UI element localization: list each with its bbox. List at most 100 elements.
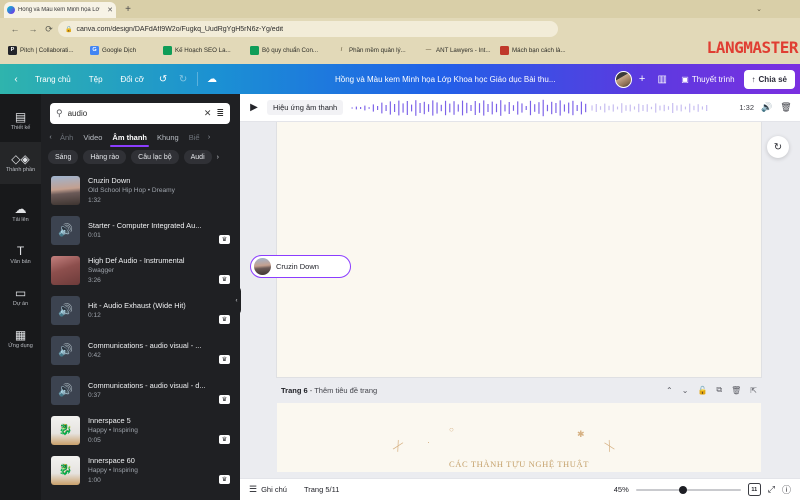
undo-icon[interactable]: ↺ [153, 69, 173, 89]
list-item[interactable]: 🔊 Communications - audio visual - d... 0… [41, 370, 240, 410]
track-thumbnail [51, 175, 80, 205]
track-title: Hit - Audio Exhaust (Wide Hit) [88, 300, 186, 310]
present-button[interactable]: ▣ Thuyết trình [675, 70, 740, 89]
tab-am-thanh[interactable]: Âm thanh [107, 128, 152, 147]
audio-track-chip[interactable]: Cruzin Down [250, 255, 351, 278]
chevron-up-icon[interactable]: ⌃ [666, 386, 673, 395]
bookmark-item[interactable]: G Google Dịch [90, 44, 136, 56]
elements-panel: ⚲ audio ✕ ≣ ‹ Ảnh Video Âm thanh Khung B… [41, 94, 240, 500]
sidebar-item-du-an[interactable]: ▭ Dự án [0, 276, 41, 318]
track-duration: 0:42 [88, 351, 101, 359]
list-item[interactable]: 🐉 Innerspace 60 Happy • Inspiring 1:00 ♛ [41, 450, 240, 490]
category-tabs: ‹ Ảnh Video Âm thanh Khung Biể › [46, 128, 238, 147]
bookmark-item[interactable]: Kế Hoạch SEO La... [163, 44, 231, 56]
avatar[interactable] [614, 70, 632, 88]
list-item[interactable]: 🔊 Starter - Computer Integrated Au... 0:… [41, 210, 240, 250]
back-button[interactable]: ← [8, 22, 22, 36]
address-bar[interactable]: 🔒 canva.com/design/DAFdAfI9W2o/Fugkq_Uud… [58, 21, 558, 37]
chip-cau-lac-bo[interactable]: Câu lạc bộ [131, 150, 179, 164]
search-input[interactable]: audio [68, 109, 199, 118]
file-menu-button[interactable]: Tệp [80, 69, 112, 89]
help-icon[interactable]: ⓘ [782, 483, 791, 496]
home-button[interactable]: Trang chủ [26, 69, 80, 89]
list-item[interactable]: 🔊 Hit - Audio Exhaust (Wide Hit) 0:12 ♛ [41, 290, 240, 330]
sidebar-item-tai-len[interactable]: ☁ Tải lên [0, 192, 41, 234]
track-duration: 0:37 [88, 391, 101, 399]
bookmark-label: Bộ quy chuẩn Con... [262, 46, 319, 54]
lock-icon: 🔒 [65, 26, 73, 33]
share-button[interactable]: ↑ Chia sẻ [743, 69, 795, 89]
close-icon[interactable]: ✕ [204, 108, 212, 119]
tab-bieu-do[interactable]: Biể [184, 128, 205, 146]
chip-sang[interactable]: Sáng [48, 150, 79, 164]
sidebar-item-ung-dung[interactable]: ▦ Ứng dụng [0, 318, 41, 360]
browser-tab[interactable]: Hồng và Màu kem Minh họa Lớ ✕ [4, 2, 116, 18]
tab-khung[interactable]: Khung [152, 128, 184, 146]
zoom-slider-knob[interactable] [678, 485, 687, 494]
sidebar-item-thiet-ke[interactable]: ▤ Thiết kế [0, 100, 41, 142]
upload-cloud-icon: ☁ [14, 202, 27, 216]
chip-hang-rao[interactable]: Hàng rào [83, 150, 127, 164]
chips-next-button[interactable]: › [217, 154, 219, 161]
bookmark-item[interactable]: Mách bạn cách là... [500, 44, 566, 56]
list-item[interactable]: Cruzin Down Old School Hip Hop • Dreamy … [41, 170, 240, 210]
list-item[interactable]: 🐉 Innerspace 5 Happy • Inspiring 0:05 ♛ [41, 410, 240, 450]
redo-icon[interactable]: ↻ [173, 69, 193, 89]
page-title[interactable]: Trang 6 - Thêm tiêu đề trang [281, 386, 377, 395]
pro-crown-icon: ♛ [219, 355, 230, 364]
insights-icon[interactable]: ▥ [652, 69, 672, 89]
audio-waveform[interactable] [350, 98, 732, 118]
list-item[interactable]: 🔊 Communications - audio visual - ... 0:… [41, 330, 240, 370]
tab-anh[interactable]: Ảnh [55, 128, 78, 146]
page-scroll-hint[interactable]: ⌃ [510, 470, 532, 472]
bookmark-item[interactable]: / Phần mềm quản lý... [337, 44, 406, 56]
list-item[interactable]: High Def Audio - Instrumental Swagger 3:… [41, 250, 240, 290]
document-title[interactable]: Hồng và Màu kem Minh họa Lớp Khoa học Gi… [335, 64, 555, 94]
search-input-wrapper[interactable]: ⚲ audio ✕ ≣ [50, 103, 230, 124]
notes-button[interactable]: ☰ Ghi chú [249, 484, 287, 495]
page-title-placeholder[interactable]: - Thêm tiêu đề trang [310, 386, 377, 395]
sidebar-item-label: Ứng dụng [8, 343, 33, 349]
page-5-canvas[interactable] [277, 122, 761, 377]
chevron-down-icon[interactable]: ⌄ [682, 386, 689, 395]
add-collaborator-button[interactable]: + [635, 73, 649, 85]
bookmark-item[interactable]: Bộ quy chuẩn Con... [250, 44, 318, 56]
pro-crown-icon: ♛ [219, 235, 230, 244]
sidebar-item-van-ban[interactable]: T Văn bản [0, 234, 41, 276]
lock-icon[interactable]: 🔓 [697, 386, 707, 395]
audio-results-list[interactable]: Cruzin Down Old School Hip Hop • Dreamy … [41, 170, 240, 500]
page-6-canvas[interactable]: · ○ ╳ ✱ ╳ CÁC THÀNH TỰU NGHỆ THUẬT [277, 403, 761, 472]
forward-button[interactable]: → [26, 22, 40, 36]
bookmark-item[interactable]: P Pitch | Collaborati... [8, 44, 74, 56]
close-icon[interactable]: ✕ [107, 7, 113, 14]
trash-icon[interactable]: 🗑 [780, 102, 792, 113]
sliders-icon[interactable]: ≣ [216, 108, 224, 119]
export-icon[interactable]: ⇱ [750, 386, 757, 395]
new-tab-button[interactable]: + [122, 4, 134, 16]
animate-icon[interactable]: ↻ [767, 136, 789, 158]
tabs-next-button[interactable]: › [205, 134, 214, 141]
trash-icon[interactable]: 🗑 [731, 386, 741, 395]
expand-icon[interactable]: ⤢ [768, 484, 775, 495]
page-counter[interactable]: Trang 5/11 [304, 485, 339, 494]
tab-video[interactable]: Video [78, 128, 107, 146]
page-number-label: Trang 6 [281, 385, 308, 395]
cloud-save-icon[interactable]: ☁ [202, 69, 222, 89]
tabs-prev-button[interactable]: ‹ [46, 134, 55, 141]
chip-audi[interactable]: Audi [183, 150, 212, 164]
volume-icon[interactable]: 🔊 [761, 102, 773, 113]
sidebar-item-thanh-phan[interactable]: ◇◈ Thành phần [0, 142, 41, 184]
pages-grid-icon[interactable]: 11 [747, 483, 761, 496]
reload-button[interactable]: ⟳ [42, 22, 56, 36]
duplicate-icon[interactable]: ⧉ [716, 385, 722, 395]
resize-button[interactable]: Đổi cỡ [112, 69, 153, 89]
zoom-slider[interactable] [635, 484, 741, 495]
chevron-down-icon[interactable]: ⌄ [756, 5, 762, 13]
audio-track-name[interactable]: Hiệu ứng âm thanh [267, 100, 344, 115]
track-title: Innerspace 5 [88, 415, 131, 425]
panel-collapse-handle[interactable]: ‹ [232, 286, 241, 315]
chevron-left-icon[interactable]: ‹ [6, 69, 26, 89]
bookmark-item[interactable]: — ANT Lawyers - Int... [424, 44, 491, 56]
play-icon[interactable]: ▶ [248, 102, 260, 113]
canvas-scroll-area[interactable]: ↻ Trang 6 - Thêm tiêu đề trang ⌃ ⌄ 🔓 ⧉ 🗑… [240, 122, 800, 472]
